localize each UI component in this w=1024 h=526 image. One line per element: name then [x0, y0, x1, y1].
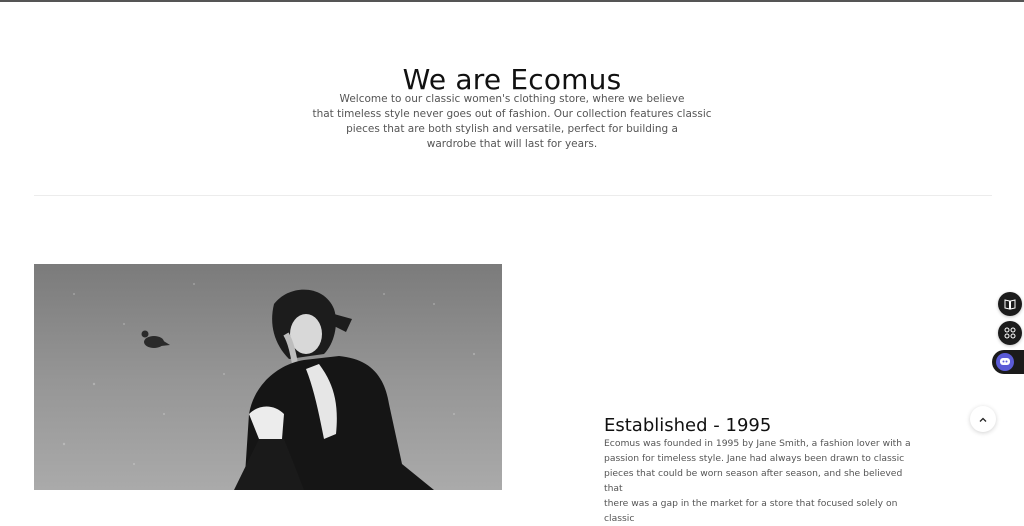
chat-launcher[interactable] [992, 350, 1024, 374]
story-line: there was a gap in the market for a stor… [604, 498, 898, 524]
page-title: We are Ecomus [402, 62, 622, 96]
intro-line: Welcome to our classic women's clothing … [339, 93, 685, 105]
intro-line: that timeless style never goes out of fa… [312, 108, 712, 120]
intro-line: wardrobe that will last for years. [426, 138, 598, 150]
components-button[interactable] [998, 321, 1022, 345]
top-border [0, 0, 1024, 2]
book-icon [1004, 295, 1016, 314]
chevron-up-icon [978, 410, 988, 429]
story-line: pieces that could be worn season after s… [604, 468, 903, 494]
about-photo [34, 264, 502, 490]
story-paragraph: Ecomus was founded in 1995 by Jane Smith… [604, 436, 914, 526]
command-icon [1004, 324, 1016, 343]
section-divider [34, 195, 992, 196]
photo-illustration [34, 264, 502, 490]
scroll-to-top-button[interactable] [970, 406, 996, 432]
chat-icon [996, 353, 1014, 371]
docs-button[interactable] [998, 292, 1022, 316]
intro-paragraph: Welcome to our classic women's clothing … [312, 92, 712, 152]
story-line: passion for timeless style. Jane had alw… [604, 453, 905, 464]
intro-line: pieces that are both stylish and versati… [346, 123, 678, 135]
section-title: Established - 1995 [604, 414, 772, 436]
story-line: Ecomus was founded in 1995 by Jane Smith… [604, 438, 911, 449]
